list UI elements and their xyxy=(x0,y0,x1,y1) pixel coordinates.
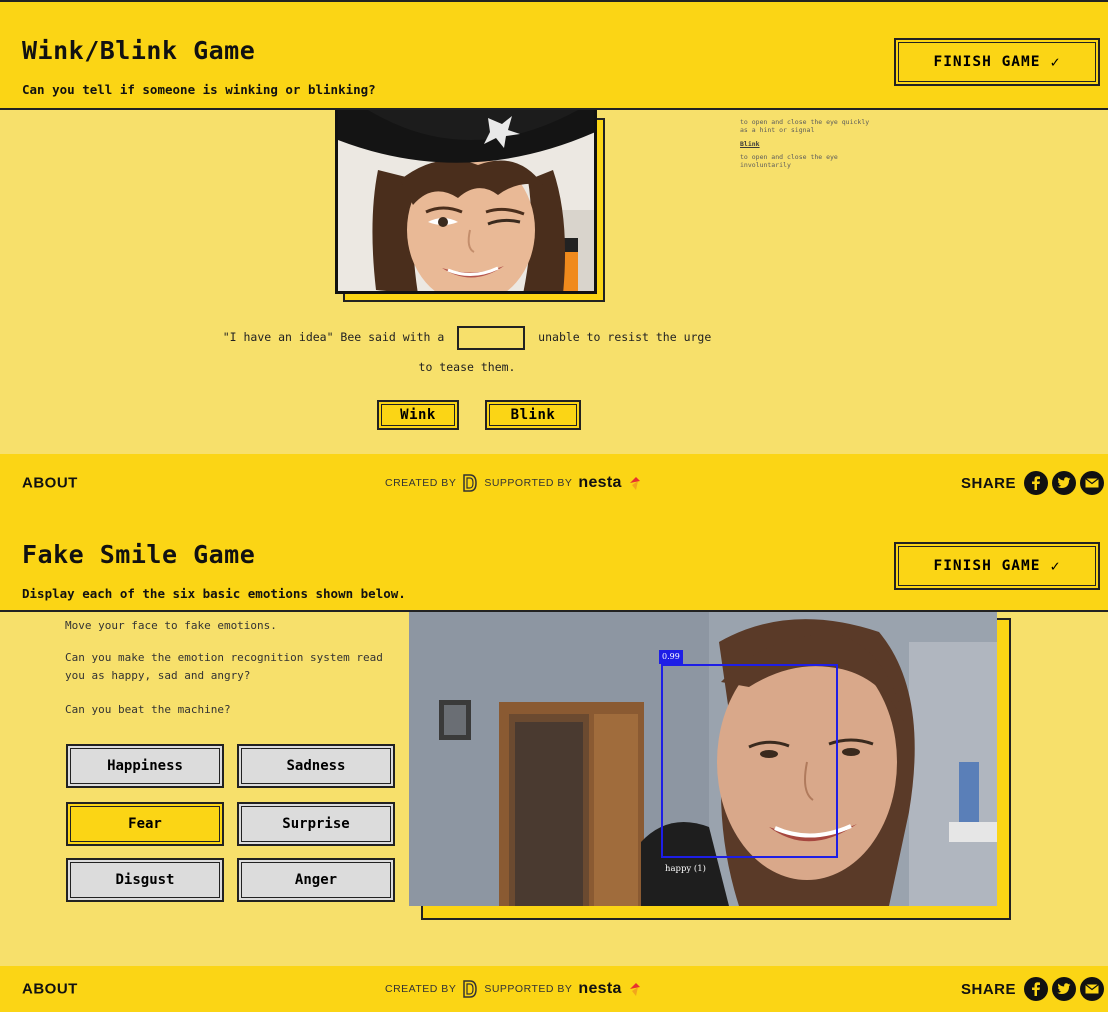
emotion-button-surprise[interactable]: Surprise xyxy=(237,802,395,846)
share-bar: SHARE xyxy=(961,471,1104,495)
facebook-icon[interactable] xyxy=(1024,977,1048,1001)
intro-line: Can you beat the machine? xyxy=(65,703,231,716)
wink-blink-panel: Wink/Blink Game Can you tell if someone … xyxy=(0,0,1108,512)
finish-game-button[interactable]: FINISH GAME ✓ xyxy=(894,38,1100,86)
webcam-feed: 0.99 happy (1) xyxy=(409,612,997,906)
finish-game-button[interactable]: FINISH GAME ✓ xyxy=(894,542,1100,590)
sentence-prompt: "I have an idea" Bee said with a unable … xyxy=(222,322,712,382)
fake-smile-panel: Fake Smile Game Display each of the six … xyxy=(0,512,1108,1012)
created-by-label: CREATED BY xyxy=(385,477,457,489)
created-by-label: CREATED BY xyxy=(385,983,457,995)
facebook-icon[interactable] xyxy=(1024,471,1048,495)
about-link[interactable]: ABOUT xyxy=(22,981,78,998)
about-link[interactable]: ABOUT xyxy=(22,475,78,492)
credits: CREATED BY SUPPORTED BY nesta xyxy=(385,980,642,998)
face-detection-box xyxy=(661,664,838,858)
blink-term[interactable]: Blink xyxy=(740,140,880,148)
answer-blank[interactable] xyxy=(457,325,526,350)
finish-game-label: FINISH GAME xyxy=(933,54,1041,70)
blink-button[interactable]: Blink xyxy=(485,400,581,430)
creator-logo-icon[interactable] xyxy=(462,980,478,998)
winking-woman-photo xyxy=(335,110,597,294)
emotion-button-anger[interactable]: Anger xyxy=(237,858,395,902)
wink-button[interactable]: Wink xyxy=(377,400,459,430)
twitter-icon[interactable] xyxy=(1052,471,1076,495)
page-subtitle: Display each of the six basic emotions s… xyxy=(22,586,406,601)
checkmark-icon: ✓ xyxy=(1050,53,1061,71)
wink-definition: to open and close the eye quickly as a h… xyxy=(740,118,870,134)
emotion-button-fear[interactable]: Fear xyxy=(66,802,224,846)
twitter-icon[interactable] xyxy=(1052,977,1076,1001)
supported-by-label: SUPPORTED BY xyxy=(484,983,573,995)
intro-line: Can you make the emotion recognition sys… xyxy=(65,651,383,682)
intro-line: Move your face to fake emotions. xyxy=(65,619,277,632)
email-icon[interactable] xyxy=(1080,471,1104,495)
detection-label: happy (1) xyxy=(665,864,706,874)
definitions-panel: to open and close the eye quickly as a h… xyxy=(740,118,880,169)
sentence-before: "I have an idea" Bee said with a xyxy=(222,330,445,344)
blink-definition: to open and close the eye involuntarily xyxy=(740,153,838,169)
credits: CREATED BY SUPPORTED BY nesta xyxy=(385,474,642,492)
share-bar: SHARE xyxy=(961,977,1104,1001)
share-label: SHARE xyxy=(960,474,1016,492)
page-footer: ABOUT CREATED BY SUPPORTED BY nesta SHAR… xyxy=(0,966,1108,1012)
page-header: Fake Smile Game Display each of the six … xyxy=(0,512,1108,612)
email-icon[interactable] xyxy=(1080,977,1104,1001)
page-title: Fake Smile Game xyxy=(22,540,256,569)
finish-game-label: FINISH GAME xyxy=(933,558,1041,574)
checkmark-icon: ✓ xyxy=(1050,557,1061,575)
nesta-logo[interactable]: nesta xyxy=(578,980,621,998)
page-title: Wink/Blink Game xyxy=(22,36,256,65)
share-label: SHARE xyxy=(960,980,1016,998)
nesta-mark-icon xyxy=(629,477,640,490)
detection-score: 0.99 xyxy=(659,650,683,664)
page-subtitle: Can you tell if someone is winking or bl… xyxy=(22,82,376,97)
webcam-frame: 0.99 happy (1) xyxy=(409,612,1011,920)
emotion-button-disgust[interactable]: Disgust xyxy=(66,858,224,902)
creator-logo-icon[interactable] xyxy=(462,474,478,492)
supported-by-label: SUPPORTED BY xyxy=(484,477,573,489)
page-header: Wink/Blink Game Can you tell if someone … xyxy=(0,2,1108,110)
nesta-logo[interactable]: nesta xyxy=(578,474,621,492)
emotion-button-happiness[interactable]: Happiness xyxy=(66,744,224,788)
face-photo-frame xyxy=(335,110,605,302)
nesta-mark-icon xyxy=(629,983,640,996)
emotion-button-sadness[interactable]: Sadness xyxy=(237,744,395,788)
page-footer: ABOUT CREATED BY SUPPORTED BY nesta SHAR… xyxy=(0,454,1108,512)
